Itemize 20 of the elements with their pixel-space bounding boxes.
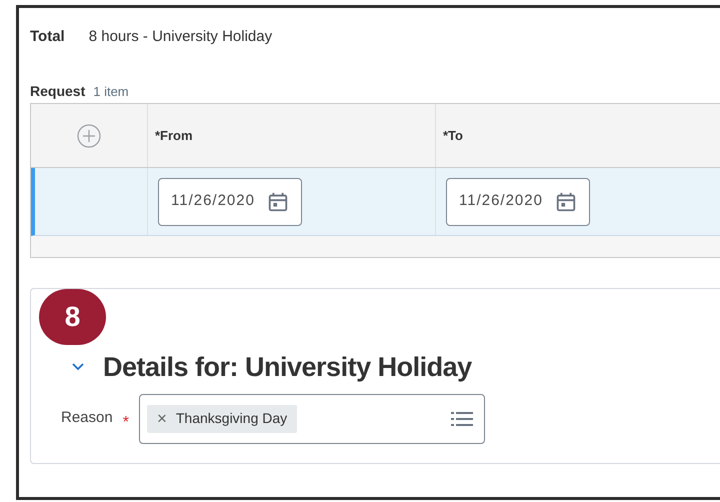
tag-label: Thanksgiving Day — [176, 409, 288, 428]
date-field[interactable]: 11/26/2020 — [158, 178, 302, 226]
required-mark: * — [122, 412, 129, 432]
reason-label: Reason — [61, 408, 113, 428]
column-header: *From — [155, 126, 193, 145]
step-badge: 8 — [39, 289, 106, 345]
date-field[interactable]: 11/26/2020 — [446, 178, 590, 226]
list-icon[interactable] — [450, 410, 473, 428]
calendar-icon[interactable] — [266, 190, 289, 212]
total-value: 8 hours - University Holiday — [88, 27, 272, 47]
calendar-icon[interactable] — [554, 190, 577, 212]
remove-tag-button[interactable]: × — [156, 406, 167, 432]
chevron-icon[interactable] — [71, 362, 85, 372]
request-label: Request — [30, 82, 86, 101]
column-header: *To — [443, 126, 463, 145]
reason-field[interactable]: × Thanksgiving Day — [138, 394, 485, 444]
item-count: 1 item — [93, 83, 129, 101]
total-label: Total — [30, 27, 65, 47]
details-title: Details for: University Holiday — [103, 351, 472, 384]
table-row[interactable]: 11/26/2020 11/26/2020 — [31, 168, 720, 236]
